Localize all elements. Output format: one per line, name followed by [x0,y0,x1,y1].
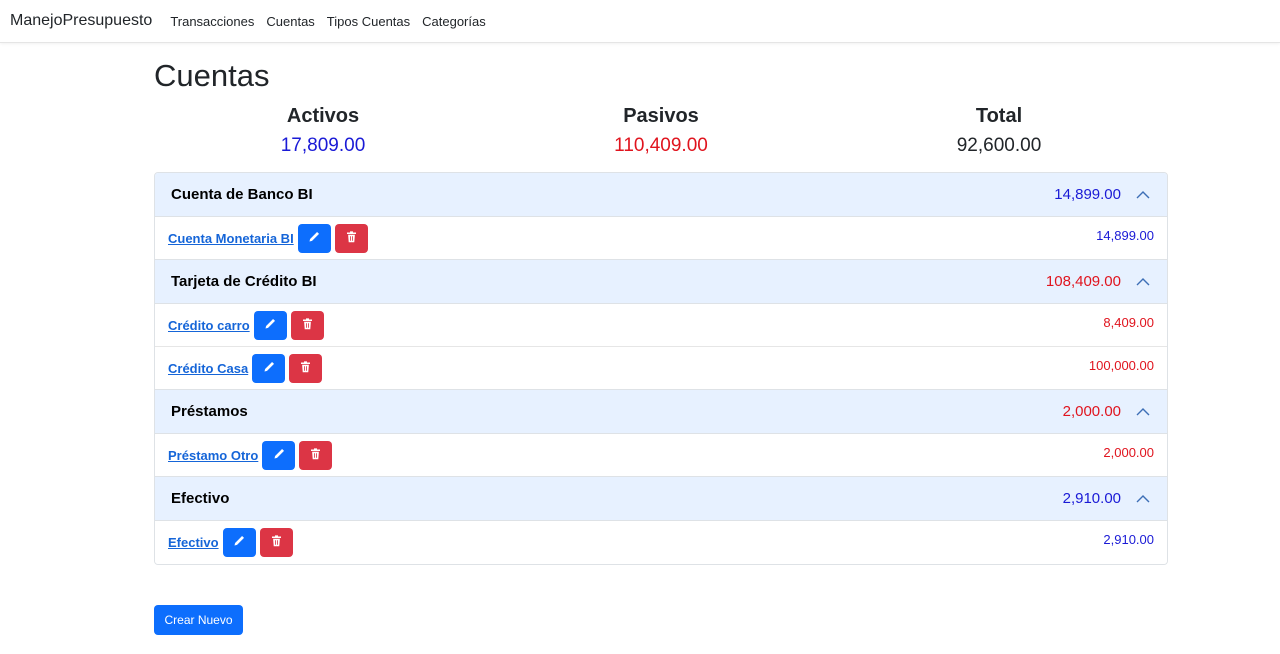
account-link[interactable]: Cuenta Monetaria BI [168,231,294,246]
group-title: Tarjeta de Crédito BI [171,273,317,290]
account-row: Crédito Casa 100,000.00 [155,347,1167,390]
trash-icon [346,230,357,246]
summary-total: Total 92,600.00 [830,103,1168,161]
account-row: Préstamo Otro 2,000.00 [155,434,1167,477]
trash-icon [310,447,321,463]
pasivos-label: Pasivos [623,105,699,127]
account-row: Crédito carro 8,409.00 [155,304,1167,347]
chevron-up-icon[interactable] [1135,187,1151,203]
total-value: 92,600.00 [956,135,1042,156]
summary-pasivos: Pasivos 110,409.00 [492,103,830,161]
create-new-button[interactable]: Crear Nuevo [154,605,243,635]
nav-link-cuentas[interactable]: Cuentas [266,14,314,29]
total-label: Total [975,105,1023,127]
nav-link-transacciones[interactable]: Transacciones [170,14,254,29]
pencil-icon [264,318,276,333]
account-amount: 2,000.00 [1103,445,1154,460]
chevron-up-icon[interactable] [1135,404,1151,420]
account-link[interactable]: Préstamo Otro [168,448,258,463]
group-title: Cuenta de Banco BI [171,186,313,203]
account-amount: 14,899.00 [1096,228,1154,243]
account-link[interactable]: Crédito carro [168,318,250,333]
nav-link-categorias[interactable]: Categorías [422,14,486,29]
edit-button[interactable] [262,440,296,470]
navbar: ManejoPresupuesto Transacciones Cuentas … [0,0,1280,43]
pencil-icon [263,361,275,376]
accordion-header-cuenta-banco-bi[interactable]: Cuenta de Banco BI 14,899.00 [155,173,1167,217]
group-title: Préstamos [171,403,248,420]
summary-activos: Activos 17,809.00 [154,103,492,161]
trash-icon [300,360,311,376]
activos-value: 17,809.00 [280,135,366,156]
delete-button[interactable] [259,528,293,557]
edit-button[interactable] [297,223,331,253]
account-row: Cuenta Monetaria BI 14,899.00 [155,217,1167,260]
pencil-icon [233,535,245,550]
nav-link-tipos-cuentas[interactable]: Tipos Cuentas [327,14,410,29]
trash-icon [271,535,282,550]
accordion-header-prestamos[interactable]: Préstamos 2,000.00 [155,390,1167,434]
delete-button[interactable] [289,353,323,383]
account-amount: 8,409.00 [1103,315,1154,330]
brand-link[interactable]: ManejoPresupuesto [10,12,152,30]
account-amount: 2,910.00 [1103,532,1154,547]
delete-button[interactable] [334,223,368,253]
account-link[interactable]: Efectivo [168,535,219,550]
delete-button[interactable] [299,440,333,470]
page-title: Cuentas [154,58,270,93]
chevron-up-icon[interactable] [1135,274,1151,290]
group-total: 108,409.00 [1045,273,1121,290]
trash-icon [302,317,313,333]
account-link[interactable]: Crédito Casa [168,361,248,376]
accounts-accordion: Cuenta de Banco BI 14,899.00 Cuenta Mone… [154,172,1168,565]
accordion-header-efectivo[interactable]: Efectivo 2,910.00 [155,477,1167,521]
edit-button[interactable] [252,353,286,383]
chevron-up-icon[interactable] [1135,491,1151,507]
delete-button[interactable] [290,310,324,340]
activos-label: Activos [286,105,360,127]
accordion-header-tarjeta-credito-bi[interactable]: Tarjeta de Crédito BI 108,409.00 [155,260,1167,304]
group-total: 14,899.00 [1054,186,1121,203]
account-amount: 100,000.00 [1088,358,1154,373]
group-total: 2,000.00 [1062,403,1121,420]
group-title: Efectivo [171,490,230,507]
edit-button[interactable] [253,310,287,340]
group-total: 2,910.00 [1062,490,1121,507]
pasivos-value: 110,409.00 [614,135,708,156]
edit-button[interactable] [222,528,256,557]
pencil-icon [273,448,285,463]
account-row: Efectivo 2,910.00 [155,521,1167,564]
pencil-icon [308,231,320,246]
summary: Activos 17,809.00 Pasivos 110,409.00 Tot… [154,103,1168,161]
